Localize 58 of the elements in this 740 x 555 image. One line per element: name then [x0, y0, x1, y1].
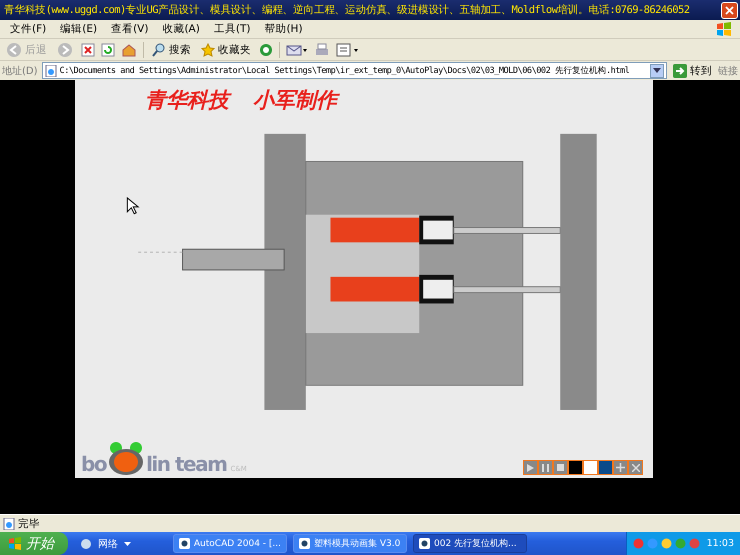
search-button[interactable]: 搜索: [150, 42, 193, 56]
arrow-icon: [673, 64, 687, 78]
search-icon: [152, 42, 166, 56]
app-icon: [299, 538, 310, 549]
pause-button[interactable]: [539, 461, 552, 474]
close-icon: [725, 6, 734, 14]
windows-logo-icon: [8, 536, 22, 550]
stop-icon: [557, 464, 564, 471]
windows-logo-icon: [716, 21, 732, 37]
page-icon: [3, 518, 15, 530]
tray-icon[interactable]: [632, 538, 644, 549]
edit-icon[interactable]: [336, 42, 360, 56]
cursor-icon: [126, 197, 140, 215]
caret-icon: [653, 68, 661, 74]
mail-icon[interactable]: [286, 42, 308, 56]
media-icon[interactable]: [259, 42, 273, 56]
tray-icon[interactable]: [688, 538, 700, 549]
window-title: 青华科技(www.uggd.com)专业UG产品设计、模具设计、编程、逆向工程、运动仿真、级进模设计、五轴加工、Moldflow培训。电话:0769-86246052: [4, 3, 690, 17]
caret-icon: [124, 542, 131, 546]
menu-item[interactable]: 查看(V): [105, 22, 154, 36]
network-icon: [80, 538, 92, 550]
refresh-icon[interactable]: [101, 42, 115, 56]
play-icon: [527, 464, 534, 472]
address-label: 地址(D): [2, 64, 38, 78]
close-button[interactable]: [721, 2, 738, 18]
taskbar-button[interactable]: 塑料模具动画集 V3.0: [293, 534, 407, 553]
favorites-button[interactable]: 收藏夹: [199, 42, 253, 56]
print-icon[interactable]: [314, 42, 330, 56]
swatch-button[interactable]: [584, 461, 597, 474]
swatch-button[interactable]: [569, 461, 582, 474]
menu-item[interactable]: 文件(F): [4, 22, 52, 36]
close-icon: [632, 464, 640, 472]
dropdown-button[interactable]: [650, 64, 664, 78]
star-icon: [201, 42, 215, 56]
pause-icon: [542, 464, 549, 472]
page-icon: [44, 64, 57, 76]
links-label[interactable]: 链接: [718, 64, 738, 78]
move-button[interactable]: [614, 461, 627, 474]
status-text: 完毕: [18, 516, 40, 530]
address-field[interactable]: C:\Documents and Settings\Administrator\Local Settings\Temp\ir_ext_temp_0\AutoPlay\Docs\02\03_MOLD\06\002 先行复位机构.html: [42, 62, 667, 79]
tray-icon[interactable]: [660, 538, 672, 549]
menu-item[interactable]: 编辑(E): [54, 22, 104, 36]
stop-button[interactable]: [554, 461, 567, 474]
stop-icon[interactable]: [81, 42, 95, 56]
menu-item[interactable]: 收藏(A): [156, 22, 206, 36]
taskbar-button[interactable]: AutoCAD 2004 - [...: [173, 534, 287, 553]
go-button[interactable]: 转到: [671, 64, 714, 78]
menu-item[interactable]: 帮助(H): [258, 22, 309, 36]
play-button[interactable]: [524, 461, 537, 474]
network-button[interactable]: 网络: [74, 536, 137, 552]
move-icon: [616, 463, 625, 472]
app-icon: [179, 538, 190, 549]
swatch-button[interactable]: [599, 461, 612, 474]
clock: 11:03: [706, 538, 734, 549]
home-icon[interactable]: [121, 42, 137, 56]
app-icon: [419, 538, 430, 549]
menu-item[interactable]: 工具(T): [208, 22, 256, 36]
taskbar-button[interactable]: 002 先行复位机构...: [413, 534, 527, 553]
